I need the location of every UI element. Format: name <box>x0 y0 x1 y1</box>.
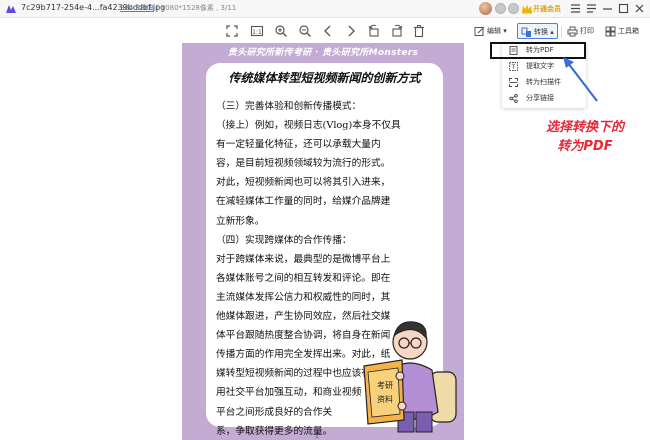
text-extract-icon: T <box>509 62 518 71</box>
close-icon[interactable] <box>633 2 646 15</box>
previous-button[interactable] <box>320 23 336 39</box>
chevron-right-icon <box>348 25 355 37</box>
printer-icon <box>567 26 578 36</box>
text-line: 容，是目前短视频领域较为流行的形式。 <box>216 158 391 170</box>
actual-size-icon: 1:1 <box>250 25 264 37</box>
vip-button[interactable]: 开通会员 <box>533 4 561 14</box>
menu-icon[interactable] <box>569 2 582 15</box>
zoom-in-icon <box>275 25 287 37</box>
page-counter: 3/11 <box>220 4 237 12</box>
list-icon[interactable] <box>585 2 598 15</box>
share-link-icon <box>509 94 518 103</box>
next-button[interactable] <box>343 23 359 39</box>
image-dimensions: 1080*1528像素 <box>160 4 214 12</box>
text-line: 对此，短视频新闻也可以将其引入进来， <box>216 177 391 189</box>
text-line: 各媒体账号之间的相互转发和评论。即在 <box>216 272 391 284</box>
page-header: 贵头研究所新传考研 · 贵头研究所Monsters <box>227 48 419 58</box>
convert-icon <box>521 27 531 37</box>
text-line: 主流媒体发挥公信力和权威性的同时，其 <box>216 291 391 303</box>
rotate-left-icon <box>368 24 379 37</box>
file-meta: 364.38KB | 1080*1528像素 , 3/11 <box>120 4 237 12</box>
text-line: 有一定轻量化特征，还可以承载大量内 <box>216 139 381 151</box>
annotation-line: 转为PDF <box>557 139 613 154</box>
annotation-arrow-icon <box>563 57 598 102</box>
main-toolbar: 1:1 编辑 ▾ 转换 ▴ 打印 工具箱 <box>0 19 650 43</box>
toolbox-label: 工具箱 <box>618 27 639 35</box>
print-button[interactable]: 打印 <box>567 23 594 39</box>
text-line: （三）完善体验和创新传播模式： <box>216 101 362 112</box>
text-line: 立新形象。 <box>216 215 265 227</box>
sign-text-top: 考研 <box>377 381 393 390</box>
convert-button[interactable]: 转换 ▴ <box>517 23 558 39</box>
scan-icon <box>509 78 518 87</box>
crown-icon[interactable] <box>521 3 533 14</box>
status-dot-icon[interactable] <box>508 3 519 14</box>
minimize-icon[interactable] <box>601 2 614 15</box>
delete-button[interactable] <box>411 23 427 39</box>
file-size[interactable]: 364.38KB <box>120 4 154 12</box>
svg-text:T: T <box>511 64 516 71</box>
zoom-in-button[interactable] <box>273 23 289 39</box>
reading-character-illustration: 考研 资料 <box>363 321 457 433</box>
convert-label: 转换 <box>534 28 548 36</box>
page-indicator: 1 <box>315 433 319 440</box>
annotation-line: 选择转换下的 <box>545 120 624 135</box>
rotate-left-button[interactable] <box>366 23 382 39</box>
text-line: （四）实现跨媒体的合作传播： <box>216 234 352 246</box>
actual-size-button[interactable]: 1:1 <box>249 23 265 39</box>
edit-button[interactable]: 编辑 ▾ <box>474 23 507 39</box>
text-line: 在减轻媒体工作量的同时，给媒介品牌建 <box>216 196 391 208</box>
app-logo-icon <box>6 5 16 13</box>
grid-icon <box>605 26 616 36</box>
menu-item-label: 转为扫描件 <box>526 78 561 86</box>
status-dot-icon[interactable] <box>495 3 506 14</box>
edit-icon <box>474 26 485 36</box>
print-label: 打印 <box>580 27 594 35</box>
maximize-icon[interactable] <box>617 2 630 15</box>
zoom-out-button[interactable] <box>297 23 313 39</box>
fit-page-icon <box>226 25 238 37</box>
chevron-left-icon <box>324 25 331 37</box>
rotate-right-button[interactable] <box>389 23 405 39</box>
title-bar: 7c29b717-254e-4...fa4239bddbf.jpg 364.38… <box>0 0 650 18</box>
rotate-right-icon <box>392 24 403 37</box>
text-line: （接上）例如，视频日志(Vlog)本身不仅具 <box>216 120 401 132</box>
divider <box>561 26 562 38</box>
svg-text:1:1: 1:1 <box>252 29 262 36</box>
menu-item-label: 分享链接 <box>526 94 554 102</box>
sign-text-bottom: 资料 <box>377 394 393 404</box>
menu-item-label: 提取文字 <box>526 62 554 70</box>
toolbox-button[interactable]: 工具箱 <box>605 23 639 39</box>
trash-icon <box>414 25 424 38</box>
article-title: 传统媒体转型短视频新闻的创新方式 <box>228 71 421 85</box>
annotation-text: 选择转换下的 转为PDF <box>522 118 648 156</box>
fit-page-button[interactable] <box>224 23 240 39</box>
avatar[interactable] <box>479 2 492 15</box>
zoom-out-icon <box>299 25 311 37</box>
text-line: 对于跨媒体来说，最典型的是微博平台上 <box>216 253 391 265</box>
edit-label: 编辑 <box>487 27 501 35</box>
